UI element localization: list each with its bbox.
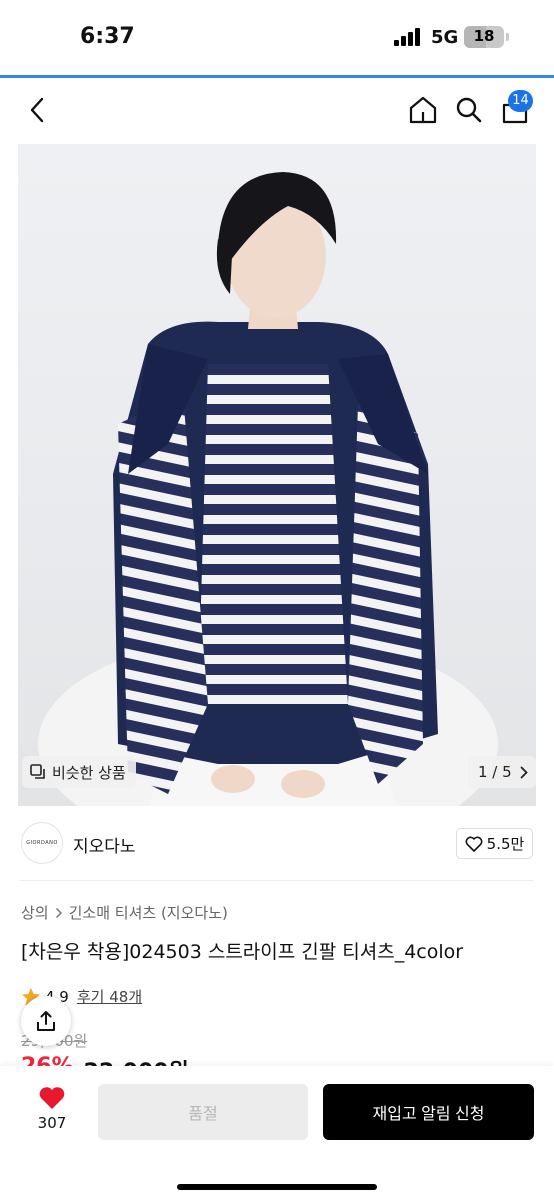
bottom-action-bar: 307 품절 재입고 알림 신청 [0, 1066, 554, 1200]
back-button[interactable] [14, 78, 60, 142]
status-time: 6:37 [80, 24, 135, 49]
chevron-right-icon [55, 907, 62, 918]
restock-alert-button[interactable]: 재입고 알림 신청 [323, 1084, 534, 1140]
breadcrumb-category[interactable]: 상의 [21, 902, 49, 923]
similar-products-button[interactable]: 비슷한 상품 [22, 756, 136, 788]
network-type: 5G [431, 27, 459, 48]
image-counter-button[interactable]: 1 / 5 [468, 756, 536, 788]
similar-products-label: 비슷한 상품 [52, 763, 126, 782]
product-photo-illustration [38, 172, 498, 806]
home-icon [409, 96, 437, 124]
home-button[interactable] [400, 78, 446, 142]
wishlist-button[interactable]: 307 [22, 1086, 82, 1132]
brand-row[interactable]: GIORDANO 지오다노 5.5만 [0, 812, 554, 876]
breadcrumb: 상의 긴소매 티셔츠 (지오다노) [21, 902, 228, 923]
status-bar: 6:37 5G 18 [0, 0, 554, 76]
review-count-link[interactable]: 후기 48개 [77, 986, 142, 1007]
chevron-left-icon [30, 97, 44, 123]
nav-bar [0, 78, 554, 142]
home-indicator [177, 1184, 377, 1190]
brand-like-button[interactable]: 5.5만 [456, 828, 533, 859]
brand-name[interactable]: 지오다노 [73, 832, 136, 857]
brand-logo-text: GIORDANO [26, 840, 58, 846]
battery-level: 18 [473, 27, 495, 45]
divider [20, 880, 534, 881]
battery-icon: 18 [464, 26, 504, 48]
share-icon [37, 1011, 55, 1031]
product-image[interactable] [18, 144, 536, 806]
product-title: [차은우 착용]024503 스트라이프 긴팔 티셔츠_4color [21, 941, 464, 963]
brand-logo: GIORDANO [21, 822, 63, 864]
battery-tip [506, 33, 509, 41]
search-icon [456, 97, 482, 123]
wishlist-count: 307 [37, 1114, 67, 1132]
image-counter: 1 / 5 [478, 763, 512, 781]
chevron-right-icon [520, 766, 528, 778]
cart-count-badge: 14 [508, 90, 533, 112]
similar-items-icon [30, 764, 45, 779]
breadcrumb-subcategory[interactable]: 긴소매 티셔츠 (지오다노) [69, 902, 228, 923]
share-button[interactable] [21, 996, 71, 1046]
heart-outline-icon [465, 836, 483, 852]
soldout-button[interactable]: 품절 [98, 1084, 308, 1140]
search-button[interactable] [446, 78, 492, 142]
brand-like-count: 5.5만 [486, 835, 525, 853]
heart-filled-icon [39, 1087, 65, 1109]
signal-icon [394, 28, 422, 46]
